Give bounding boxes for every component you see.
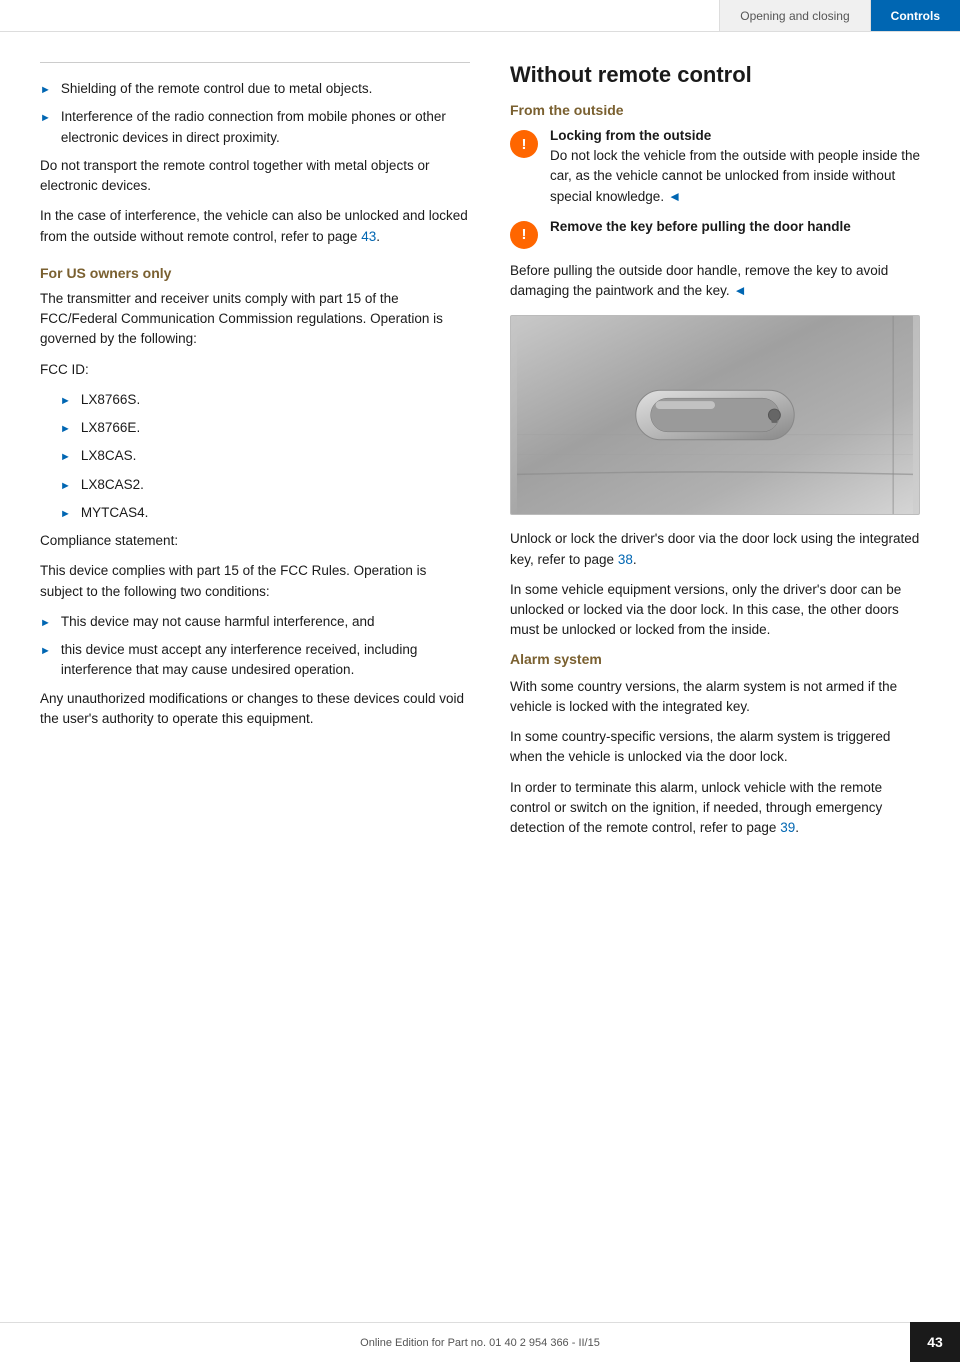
alarm-para3: In order to terminate this alarm, unlock…	[510, 778, 920, 839]
for-us-heading: For US owners only	[40, 265, 470, 281]
compliance-bullet-2: ► this device must accept any interferen…	[40, 640, 470, 681]
fcc-item-4: ► LX8CAS2.	[60, 475, 470, 495]
car-door-image	[510, 315, 920, 515]
link-page-39[interactable]: 39	[780, 820, 795, 835]
endmark-1: ◄	[668, 189, 681, 204]
bullet-item-interference: ► Interference of the radio connection f…	[40, 107, 470, 148]
right-column: Without remote control From the outside …	[510, 62, 920, 848]
bullet-interference-text: Interference of the radio connection fro…	[61, 107, 470, 148]
compliance-bullet-2-text: this device must accept any interference…	[61, 640, 470, 681]
link-page-43[interactable]: 43	[361, 229, 376, 244]
fcc-item-4-text: LX8CAS2.	[81, 475, 144, 495]
compliance-bullet-1-text: This device may not cause harmful interf…	[61, 612, 375, 632]
footer: Online Edition for Part no. 01 40 2 954 …	[0, 1322, 960, 1362]
header-bar: Opening and closing Controls	[0, 0, 960, 32]
para-transport: Do not transport the remote control toge…	[40, 156, 470, 197]
endmark-2: ◄	[733, 283, 746, 298]
bullet-arrow-fcc5: ►	[60, 506, 71, 523]
bullet-arrow-fcc4: ►	[60, 478, 71, 495]
compliance-para: This device complies with part 15 of the…	[40, 561, 470, 602]
para-door2: Unlock or lock the driver's door via the…	[510, 529, 920, 570]
bullet-arrow-icon: ►	[40, 82, 51, 99]
para-fcc-intro: The transmitter and receiver units compl…	[40, 289, 470, 350]
main-title: Without remote control	[510, 62, 920, 88]
warning-block-1: ! Locking from the outside Do not lock t…	[510, 128, 920, 207]
alarm-heading: Alarm system	[510, 651, 920, 667]
fcc-list: ► LX8766S. ► LX8766E. ► LX8CAS. ► LX8CAS…	[60, 390, 470, 523]
fcc-item-2: ► LX8766E.	[60, 418, 470, 438]
tab-opening-closing[interactable]: Opening and closing	[719, 0, 869, 31]
warning-content-1: Locking from the outside Do not lock the…	[550, 128, 920, 207]
bullet-item-shielding: ► Shielding of the remote control due to…	[40, 79, 470, 99]
link-page-38[interactable]: 38	[618, 552, 633, 567]
bullet-arrow-comp1: ►	[40, 615, 51, 632]
bullet-arrow-icon-2: ►	[40, 110, 51, 148]
para-unauthorized: Any unauthorized modifications or change…	[40, 689, 470, 730]
para-interference: In the case of interference, the vehicle…	[40, 206, 470, 247]
alarm-para1: With some country versions, the alarm sy…	[510, 677, 920, 718]
bullet-arrow-fcc1: ►	[60, 393, 71, 410]
warning-title-2: Remove the key before pulling the door h…	[550, 219, 920, 234]
warning-icon-1: !	[510, 130, 538, 158]
fcc-item-1-text: LX8766S.	[81, 390, 140, 410]
bullet-arrow-fcc3: ►	[60, 449, 71, 466]
bullet-shielding-text: Shielding of the remote control due to m…	[61, 79, 372, 99]
tab-controls[interactable]: Controls	[870, 0, 960, 31]
left-column: ► Shielding of the remote control due to…	[40, 62, 470, 848]
fcc-item-3-text: LX8CAS.	[81, 446, 137, 466]
compliance-bullet-1: ► This device may not cause harmful inte…	[40, 612, 470, 632]
main-content: ► Shielding of the remote control due to…	[0, 32, 960, 908]
fcc-item-5: ► MYTCAS4.	[60, 503, 470, 523]
warning-block-2: ! Remove the key before pulling the door…	[510, 219, 920, 249]
page-number: 43	[910, 1322, 960, 1362]
warning-text-1: Do not lock the vehicle from the outside…	[550, 146, 920, 207]
warning-content-2: Remove the key before pulling the door h…	[550, 219, 920, 237]
para-door1: Before pulling the outside door handle, …	[510, 261, 920, 302]
warning-icon-2: !	[510, 221, 538, 249]
para-door3: In some vehicle equipment versions, only…	[510, 580, 920, 641]
fcc-item-3: ► LX8CAS.	[60, 446, 470, 466]
bullet-arrow-fcc2: ►	[60, 421, 71, 438]
bullet-arrow-comp2: ►	[40, 643, 51, 681]
footer-text: Online Edition for Part no. 01 40 2 954 …	[360, 1337, 600, 1349]
fcc-item-5-text: MYTCAS4.	[81, 503, 149, 523]
from-outside-heading: From the outside	[510, 102, 920, 118]
alarm-para2: In some country-specific versions, the a…	[510, 727, 920, 768]
fcc-id-label: FCC ID:	[40, 360, 470, 380]
compliance-label: Compliance statement:	[40, 531, 470, 551]
fcc-item-1: ► LX8766S.	[60, 390, 470, 410]
header-tabs: Opening and closing Controls	[719, 0, 960, 31]
warning-title-1: Locking from the outside	[550, 128, 920, 143]
fcc-item-2-text: LX8766E.	[81, 418, 140, 438]
